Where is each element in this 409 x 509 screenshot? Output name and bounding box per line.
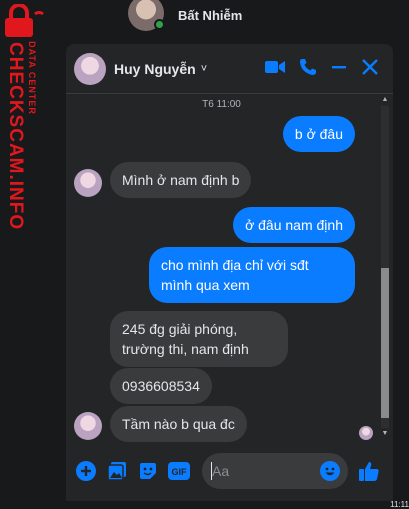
svg-text:GIF: GIF bbox=[172, 467, 188, 477]
message-outgoing[interactable]: ở đâu nam định bbox=[233, 207, 355, 243]
seen-avatar bbox=[359, 426, 373, 440]
emoji-icon[interactable] bbox=[320, 460, 340, 481]
scroll-down-icon[interactable]: ▼ bbox=[380, 430, 390, 438]
watermark-subtitle: DATA CENTER bbox=[27, 41, 37, 115]
corner-clock: 11:11 bbox=[390, 500, 409, 509]
avatar bbox=[128, 0, 165, 31]
avatar bbox=[74, 169, 102, 197]
scrollbar[interactable]: ▲ ▼ bbox=[379, 96, 391, 438]
online-indicator bbox=[154, 19, 165, 30]
chat-header: Huy Nguyễn ˅ bbox=[66, 44, 393, 94]
message-incoming[interactable]: 0936608534 bbox=[110, 368, 212, 404]
message-outgoing[interactable]: b ở đâu bbox=[282, 116, 355, 152]
chat-title[interactable]: Huy Nguyễn bbox=[114, 61, 196, 77]
phone-icon[interactable] bbox=[299, 58, 317, 76]
add-icon[interactable] bbox=[75, 460, 97, 482]
gif-icon[interactable]: GIF bbox=[168, 460, 190, 482]
sticker-icon[interactable] bbox=[137, 460, 159, 482]
message-timestamp: T6 11:00 bbox=[202, 99, 241, 110]
scrollbar-thumb[interactable] bbox=[381, 268, 389, 418]
watermark-title: CHECKSCAM.INFO bbox=[5, 42, 26, 231]
message-input-placeholder: Aa bbox=[212, 462, 230, 479]
message-incoming[interactable]: Mình ở nam định b bbox=[110, 162, 252, 198]
avatar[interactable] bbox=[74, 52, 106, 85]
message-list[interactable]: T6 11:00 b ở đâu Mình ở nam định b ở đâu… bbox=[66, 94, 393, 442]
avatar bbox=[74, 412, 102, 440]
scroll-up-icon[interactable]: ▲ bbox=[380, 96, 390, 104]
contact-list-item[interactable]: Bất Nhiễm bbox=[128, 0, 242, 34]
message-input[interactable]: Aa bbox=[202, 452, 348, 489]
image-icon[interactable] bbox=[106, 460, 128, 482]
message-outgoing[interactable]: cho mình địa chỉ với sđt mình qua xem bbox=[149, 247, 355, 303]
watermark: DATA CENTER CHECKSCAM.INFO bbox=[0, 0, 60, 509]
like-icon[interactable] bbox=[358, 460, 380, 482]
video-call-icon[interactable] bbox=[265, 59, 285, 75]
chevron-down-icon[interactable]: ˅ bbox=[201, 63, 207, 75]
chat-window: Huy Nguyễn ˅ T6 11:00 b ở đâu Mình ở nam… bbox=[66, 44, 393, 501]
close-icon[interactable] bbox=[361, 58, 379, 76]
lock-icon bbox=[5, 4, 44, 37]
composer: GIF Aa bbox=[66, 440, 393, 501]
contact-name: Bất Nhiễm bbox=[178, 7, 243, 23]
message-incoming[interactable]: 245 đg giải phóng, trường thi, nam định bbox=[110, 311, 288, 367]
minimize-icon[interactable] bbox=[331, 59, 347, 75]
message-incoming[interactable]: Tầm nào b qua đc bbox=[110, 406, 247, 442]
